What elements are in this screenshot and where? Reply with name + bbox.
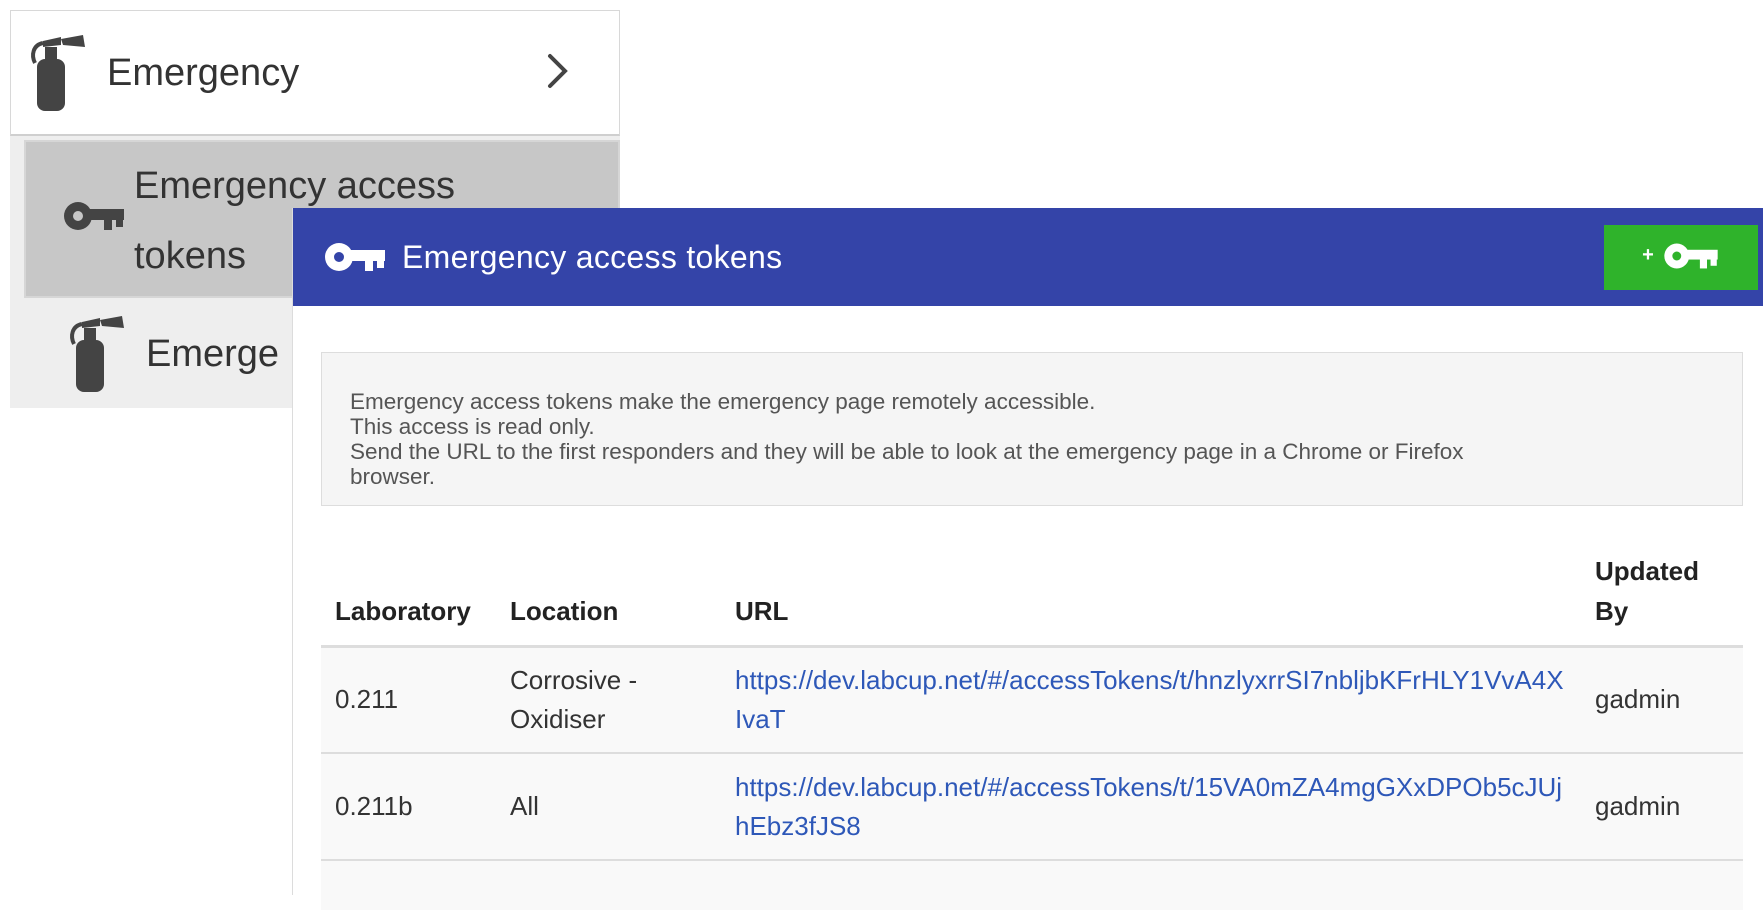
chevron-right-icon [547,53,569,94]
sidebar-item-label-line2: tokens [134,235,246,277]
cell-location: Corrosive - Oxidiser [496,646,721,754]
cell-location: All [496,753,721,861]
info-line: Emergency access tokens make the emergen… [350,389,1096,414]
cell-updated-by: gadmin [1581,646,1743,754]
key-icon [62,198,126,239]
table-row: 0.211b All https://dev.labcup.net/#/acce… [321,753,1743,861]
table-spacer-row [321,860,1743,910]
key-icon [1662,240,1720,275]
column-header-updated-by[interactable]: Updated By [1581,526,1743,648]
key-icon [323,239,387,280]
table-spacer [321,860,1743,910]
sidebar-item-label: Emerge [146,333,280,375]
cell-url: https://dev.labcup.net/#/accessTokens/t/… [721,646,1581,754]
plus-icon: + [1642,244,1654,266]
sidebar-item-emergency[interactable]: Emergency [10,10,620,136]
page-title: Emergency access tokens [402,239,783,275]
cell-laboratory: 0.211 [321,646,496,754]
token-url-link[interactable]: https://dev.labcup.net/#/accessTokens/t/… [735,665,1564,734]
panel-header: Emergency access tokens + [293,208,1763,306]
table-row: 0.211 Corrosive - Oxidiser https://dev.l… [321,646,1743,754]
column-header-url[interactable]: URL [721,526,1581,648]
sidebar-item-label: Emergency [107,52,300,94]
info-line: Send the URL to the first responders and… [350,439,1464,464]
info-box: Emergency access tokens make the emergen… [321,352,1743,506]
column-header-location[interactable]: Location [496,526,721,648]
fire-extinguisher-icon [66,314,130,399]
token-url-link[interactable]: https://dev.labcup.net/#/accessTokens/t/… [735,772,1562,841]
table-header-row: Laboratory Location URL Updated By [321,526,1743,648]
cell-url: https://dev.labcup.net/#/accessTokens/t/… [721,753,1581,861]
info-line: This access is read only. [350,414,595,439]
add-token-button[interactable]: + [1604,225,1758,290]
column-header-laboratory[interactable]: Laboratory [321,526,496,648]
cell-updated-by: gadmin [1581,753,1743,861]
emergency-access-tokens-panel: Emergency access tokens + Emergency acce… [292,208,1763,910]
info-line: browser. [350,464,436,489]
tokens-table: Laboratory Location URL Updated By 0.211… [321,526,1743,910]
cell-laboratory: 0.211b [321,753,496,861]
fire-extinguisher-icon [27,33,91,118]
